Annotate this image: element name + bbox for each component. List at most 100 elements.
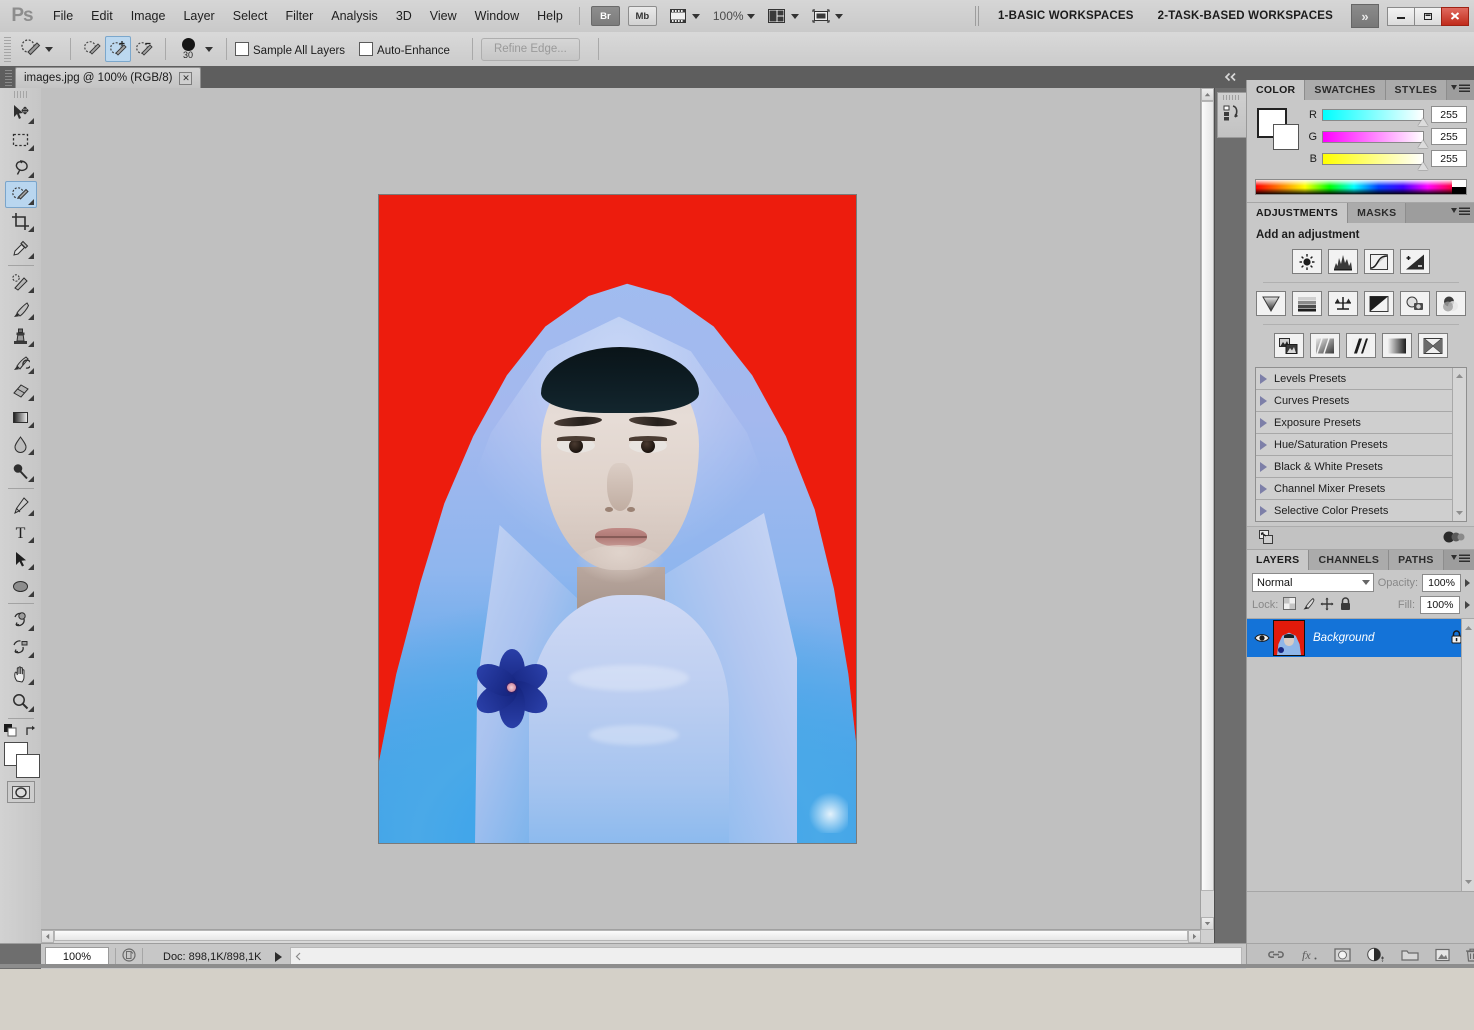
preset-exposure[interactable]: Exposure Presets: [1256, 412, 1452, 434]
scroll-left-arrow-icon[interactable]: [41, 930, 54, 943]
channel-value-g[interactable]: 255: [1431, 128, 1467, 145]
sidebar-item-move-tool[interactable]: [5, 100, 37, 127]
minimize-button[interactable]: [1387, 7, 1415, 26]
slider-thumb-r[interactable]: [1418, 118, 1428, 126]
sidebar-item-history-brush-tool[interactable]: [5, 350, 37, 377]
black-white-icon[interactable]: [1364, 291, 1394, 316]
invert-icon[interactable]: [1274, 333, 1304, 358]
sidebar-item-horizontal-type-tool[interactable]: T: [5, 519, 37, 546]
fill-input[interactable]: 100%: [1420, 596, 1460, 614]
workspace-grip[interactable]: [975, 6, 980, 26]
slider-track-g[interactable]: [1322, 131, 1424, 143]
scroll-down-arrow-icon[interactable]: [1201, 917, 1214, 930]
slider-track-b[interactable]: [1322, 153, 1424, 165]
default-colors-icon[interactable]: [4, 724, 18, 738]
scroll-up-arrow-icon[interactable]: [1464, 622, 1473, 634]
add-to-selection-button[interactable]: [105, 36, 131, 62]
workspace-basic[interactable]: 1-BASIC WORKSPACES: [986, 5, 1146, 27]
menu-view[interactable]: View: [421, 5, 466, 27]
canvas-vertical-scrollbar[interactable]: [1200, 88, 1214, 930]
sidebar-item-zoom-tool[interactable]: [5, 688, 37, 715]
gradient-map-icon[interactable]: [1382, 333, 1412, 358]
preset-black-white[interactable]: Black & White Presets: [1256, 456, 1452, 478]
menu-select[interactable]: Select: [224, 5, 277, 27]
menu-image[interactable]: Image: [122, 5, 175, 27]
opacity-input[interactable]: 100%: [1422, 574, 1461, 592]
lock-image-icon[interactable]: [1301, 597, 1315, 613]
tab-swatches[interactable]: SWATCHES: [1305, 80, 1385, 100]
tab-bar-grip[interactable]: [5, 70, 12, 86]
menu-analysis[interactable]: Analysis: [322, 5, 387, 27]
horizontal-scroll-thumb[interactable]: [54, 930, 1188, 941]
sidebar-item-ellipse-tool[interactable]: [5, 573, 37, 600]
preset-selective-color[interactable]: Selective Color Presets: [1256, 500, 1452, 521]
sidebar-item-path-selection-tool[interactable]: [5, 546, 37, 573]
document-tab-images-jpg[interactable]: images.jpg @ 100% (RGB/8) ✕: [15, 67, 201, 88]
options-bar-grip[interactable]: [4, 36, 11, 62]
fill-stepper-icon[interactable]: [1465, 601, 1470, 609]
exposure-icon[interactable]: [1400, 249, 1430, 274]
tab-masks[interactable]: MASKS: [1348, 203, 1406, 223]
brush-size-preview[interactable]: 30: [174, 38, 202, 60]
toggle-layer-visibility-button[interactable]: [1441, 530, 1465, 547]
slider-track-r[interactable]: [1322, 109, 1424, 121]
launch-bridge-button[interactable]: Br: [591, 6, 620, 26]
layer-style-icon[interactable]: fx: [1300, 948, 1318, 964]
channel-mixer-icon[interactable]: [1436, 291, 1466, 316]
arrange-documents-icon[interactable]: [766, 7, 788, 25]
sidebar-item-clone-stamp-tool[interactable]: [5, 323, 37, 350]
sidebar-item-lasso-tool[interactable]: [5, 154, 37, 181]
scroll-up-arrow-icon[interactable]: [1455, 370, 1464, 382]
image-artboard[interactable]: [379, 195, 856, 843]
color-background-swatch[interactable]: [1273, 124, 1299, 150]
auto-enhance-checkbox[interactable]: [359, 42, 373, 56]
tool-preset-chevron-down-icon[interactable]: [45, 47, 53, 52]
curves-icon[interactable]: [1364, 249, 1394, 274]
layer-name[interactable]: Background: [1313, 632, 1450, 644]
scroll-down-arrow-icon[interactable]: [1464, 876, 1473, 888]
channel-value-r[interactable]: 255: [1431, 106, 1467, 123]
menu-file[interactable]: File: [44, 5, 82, 27]
adjustments-panel-menu-button[interactable]: [1451, 206, 1470, 215]
workspace-task-based[interactable]: 2-TASK-BASED WORKSPACES: [1146, 5, 1345, 27]
tab-paths[interactable]: PATHS: [1389, 550, 1444, 570]
layer-thumbnail[interactable]: [1273, 620, 1305, 656]
tab-color[interactable]: COLOR: [1247, 80, 1305, 100]
quick-mask-mode-button[interactable]: [7, 781, 35, 803]
sidebar-item-spot-healing-brush-tool[interactable]: [5, 269, 37, 296]
presets-scrollbar[interactable]: [1452, 368, 1466, 521]
document-info-icon[interactable]: [122, 948, 136, 965]
zoom-chevron-down-icon[interactable]: [747, 14, 755, 19]
scroll-right-arrow-icon[interactable]: [1188, 930, 1201, 943]
vertical-scroll-thumb[interactable]: [1201, 101, 1214, 891]
lock-position-icon[interactable]: [1320, 597, 1334, 614]
sidebar-item-quick-selection-tool[interactable]: [5, 181, 37, 208]
sample-all-layers-option[interactable]: Sample All Layers: [235, 42, 345, 57]
blend-mode-select[interactable]: Normal: [1252, 573, 1374, 592]
workspace-overflow-button[interactable]: »: [1351, 4, 1379, 28]
tab-channels[interactable]: CHANNELS: [1309, 550, 1389, 570]
color-balance-icon[interactable]: [1328, 291, 1358, 316]
sidebar-item-eyedropper-tool[interactable]: [5, 235, 37, 262]
sidebar-item-pen-tool[interactable]: [5, 492, 37, 519]
lock-all-icon[interactable]: [1339, 597, 1352, 614]
lock-transparency-icon[interactable]: [1283, 597, 1296, 613]
preset-curves[interactable]: Curves Presets: [1256, 390, 1452, 412]
document-canvas[interactable]: [41, 88, 1201, 930]
sidebar-item-gradient-tool[interactable]: [5, 404, 37, 431]
clip-to-layer-button[interactable]: [1257, 529, 1275, 548]
preset-levels[interactable]: Levels Presets: [1256, 368, 1452, 390]
tool-preset-picker[interactable]: [16, 38, 62, 60]
background-color-swatch[interactable]: [16, 754, 40, 778]
layers-panel-menu-button[interactable]: [1451, 553, 1470, 562]
menu-filter[interactable]: Filter: [276, 5, 322, 27]
new-selection-button[interactable]: [79, 36, 105, 62]
brightness-contrast-icon[interactable]: [1292, 249, 1322, 274]
tab-layers[interactable]: LAYERS: [1247, 550, 1309, 570]
sidebar-item-blur-tool[interactable]: [5, 431, 37, 458]
vibrance-icon[interactable]: [1256, 291, 1286, 316]
opacity-stepper-icon[interactable]: [1465, 579, 1470, 587]
brush-picker-chevron-down-icon[interactable]: [205, 47, 213, 52]
preset-channel-mixer[interactable]: Channel Mixer Presets: [1256, 478, 1452, 500]
canvas-horizontal-scrollbar[interactable]: [41, 929, 1201, 943]
